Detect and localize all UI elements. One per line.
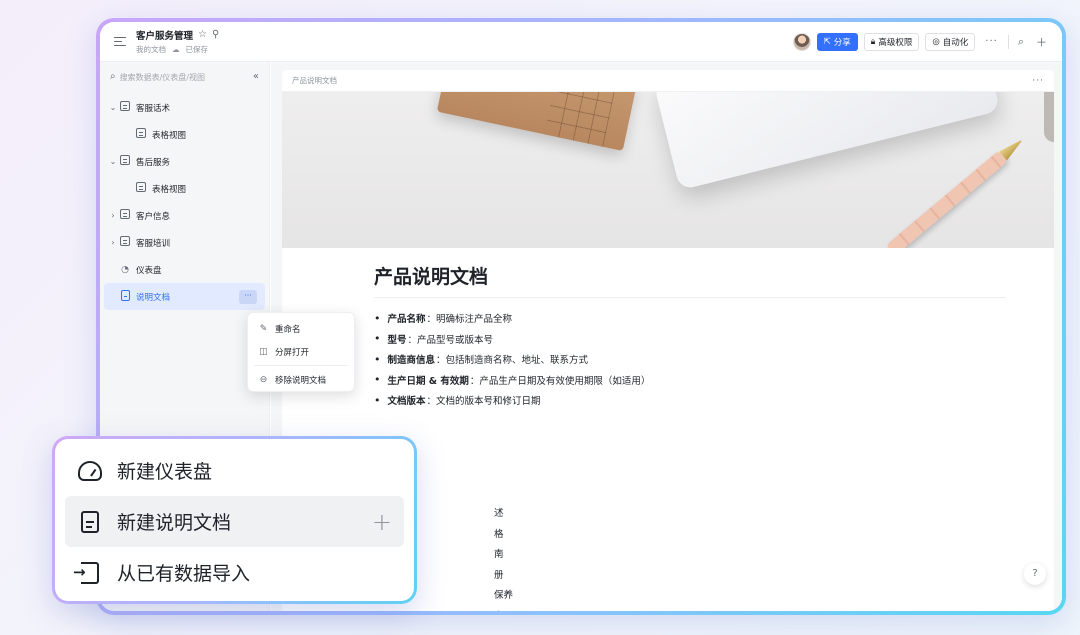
lock-icon: 🔒︎ (870, 36, 876, 47)
automation-button[interactable]: ◎ 自动化 (925, 32, 976, 51)
bullet-list: 产品名称：明确标注产品全称 型号：产品型号或版本号 制造商信息：包括制造商名称、… (374, 308, 1006, 411)
sidebar-item-customer-info[interactable]: › 客户信息 (100, 202, 269, 229)
sidebar-item-label: 客服培训 (136, 238, 171, 249)
split-open-menu-item[interactable]: ◫ 分屏打开 (248, 340, 354, 363)
dashboard-icon: ◔ (121, 264, 129, 275)
sidebar-item-label: 说明文档 (136, 292, 171, 303)
add-icon[interactable]: ＋ (1033, 34, 1050, 50)
automation-label: 自动化 (942, 37, 969, 48)
pin-icon[interactable]: ⚲ (212, 30, 219, 40)
pen-shape (885, 149, 1009, 248)
pencil-icon: ✎ (259, 323, 268, 334)
minus-circle-icon: ⊖ (259, 374, 268, 385)
new-doc-item[interactable]: 新建说明文档 + (65, 496, 404, 547)
grid-view-icon (134, 182, 148, 195)
top-actions: ⇱ 分享 🔒︎ 高级权限 ◎ 自动化 ··· ⌕ ＋ (792, 32, 1050, 51)
document-body: 产品说明文档 产品名称：明确标注产品全称 型号：产品型号或版本号 制造商信息：包… (374, 262, 1006, 411)
notebook-shape (436, 92, 638, 151)
location-text[interactable]: 我的文档 (136, 44, 166, 55)
table-icon (118, 101, 132, 114)
gauge-icon (77, 459, 103, 483)
divider (1007, 34, 1009, 49)
permission-button[interactable]: 🔒︎ 高级权限 (863, 32, 920, 51)
list-item[interactable]: 生产日期 & 有效期：产品生产日期及有效使用期限（如适用） (374, 370, 1006, 391)
create-popup: 新建仪表盘 新建说明文档 + 从已有数据导入 (55, 439, 414, 601)
cup-shape (1044, 92, 1054, 142)
item-more-icon[interactable]: ··· (239, 289, 257, 304)
sidebar-item-label: 客服话术 (136, 103, 171, 114)
split-icon: ◫ (259, 346, 268, 357)
chevron-right-icon[interactable]: › (108, 238, 118, 247)
document-title[interactable]: 产品说明文档 (374, 262, 1006, 298)
permission-label: 高级权限 (878, 37, 913, 48)
share-label: 分享 (833, 37, 851, 48)
list-item[interactable]: 文档版本：文档的版本号和修订日期 (374, 390, 1006, 411)
star-icon[interactable]: ☆ (198, 30, 207, 40)
import-icon (73, 561, 103, 585)
import-data-item[interactable]: 从已有数据导入 (65, 547, 404, 598)
sidebar-item-grid-view[interactable]: 表格视图 (100, 121, 269, 148)
partial-line: 查 (374, 607, 513, 612)
sidebar-item-doc[interactable]: 说明文档 ··· (104, 283, 265, 310)
table-icon (118, 236, 132, 249)
rename-label: 重命名 (275, 324, 301, 335)
sidebar-item-grid-view[interactable]: 表格视图 (100, 175, 269, 202)
chevron-down-icon[interactable]: ⌄ (108, 103, 118, 112)
sidebar-item-dashboard[interactable]: ◔ 仪表盘 (100, 256, 269, 283)
remove-doc-label: 移除说明文档 (275, 375, 327, 386)
collapse-icon[interactable]: « (253, 72, 259, 82)
sidebar-search-input[interactable] (119, 72, 249, 82)
list-item[interactable]: 制造商信息：包括制造商名称、地址、联系方式 (374, 349, 1006, 370)
import-data-label: 从已有数据导入 (117, 563, 251, 585)
share-button[interactable]: ⇱ 分享 (816, 32, 858, 51)
app-title[interactable]: 客户服务管理 (136, 28, 193, 42)
sidebar-search: ⌕ « (100, 62, 269, 92)
more-icon[interactable]: ··· (981, 36, 1002, 47)
search-icon[interactable]: ⌕ (1015, 35, 1027, 49)
sidebar-item-after-sales[interactable]: ⌄ 售后服务 (100, 148, 269, 175)
doc-icon (118, 289, 132, 304)
list-item[interactable]: 型号：产品型号或版本号 (374, 329, 1006, 350)
top-bar: 客户服务管理 ☆ ⚲ 我的文档 ☁ 已保存 ⇱ 分享 🔒︎ 高级权限 ◎ 自动化… (100, 22, 1062, 62)
cover-image (282, 92, 1054, 248)
title-box: 客户服务管理 ☆ ⚲ 我的文档 ☁ 已保存 (136, 28, 219, 55)
sidebar-item-label: 表格视图 (152, 130, 187, 141)
split-open-label: 分屏打开 (275, 347, 310, 358)
rename-menu-item[interactable]: ✎ 重命名 (248, 317, 354, 340)
search-icon: ⌕ (110, 71, 116, 82)
new-dashboard-item[interactable]: 新建仪表盘 (65, 445, 404, 496)
sidebar-item-training[interactable]: › 客服培训 (100, 229, 269, 256)
document-header: 产品说明文档 ··· (282, 70, 1054, 92)
sidebar-tree: ⌄ 客服话术 表格视图 ⌄ 售后服务 表格视图 › 客户信息 › 客服培训 ◔ … (100, 92, 269, 310)
doc-icon (77, 510, 103, 534)
share-icon: ⇱ (823, 36, 831, 47)
avatar[interactable] (792, 32, 811, 51)
list-item[interactable]: 产品名称：明确标注产品全称 (374, 308, 1006, 329)
cloud-icon: ☁ (172, 45, 180, 54)
menu-divider (254, 365, 348, 366)
new-dashboard-label: 新建仪表盘 (117, 461, 213, 483)
sidebar-item-label: 表格视图 (152, 184, 187, 195)
automation-icon: ◎ (932, 36, 940, 47)
table-icon (118, 209, 132, 222)
new-doc-label: 新建说明文档 (117, 512, 232, 534)
document-breadcrumb: 产品说明文档 (292, 76, 337, 85)
grid-view-icon (134, 128, 148, 141)
sidebar-item-label: 售后服务 (136, 157, 171, 168)
more-icon[interactable]: ··· (1032, 76, 1044, 86)
tablet-shape (653, 92, 1001, 191)
help-icon[interactable]: ? (1024, 563, 1046, 585)
save-status: 已保存 (185, 45, 209, 54)
sidebar-item-script[interactable]: ⌄ 客服话术 (100, 94, 269, 121)
remove-doc-menu-item[interactable]: ⊖ 移除说明文档 (248, 368, 354, 391)
sidebar-item-label: 仪表盘 (136, 265, 162, 276)
table-icon (118, 155, 132, 168)
chevron-down-icon[interactable]: ⌄ (108, 157, 118, 166)
context-menu: ✎ 重命名 ◫ 分屏打开 ⊖ 移除说明文档 (247, 312, 355, 392)
sidebar-item-label: 客户信息 (136, 211, 171, 222)
menu-icon[interactable] (114, 36, 128, 48)
chevron-right-icon[interactable]: › (108, 211, 118, 220)
plus-icon[interactable]: + (372, 508, 392, 536)
create-popup-frame: 新建仪表盘 新建说明文档 + 从已有数据导入 (52, 436, 417, 604)
